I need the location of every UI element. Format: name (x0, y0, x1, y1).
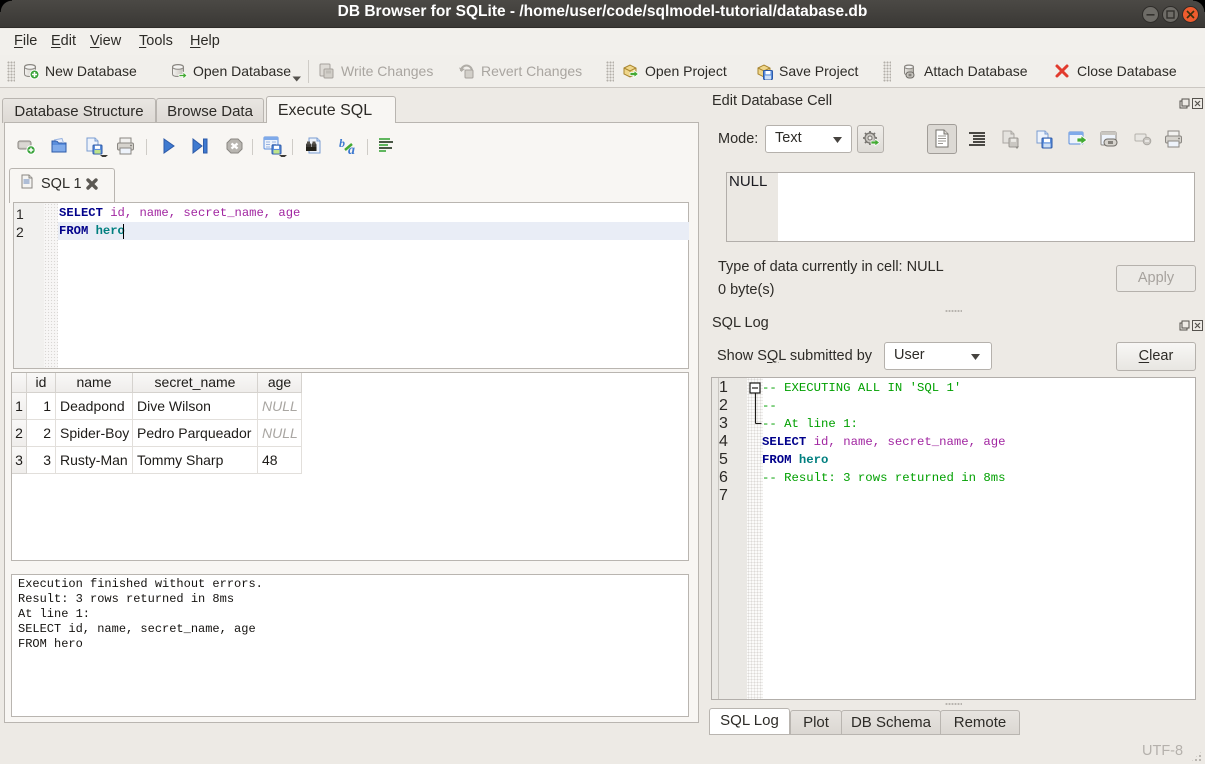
svg-text:b: b (339, 137, 345, 150)
